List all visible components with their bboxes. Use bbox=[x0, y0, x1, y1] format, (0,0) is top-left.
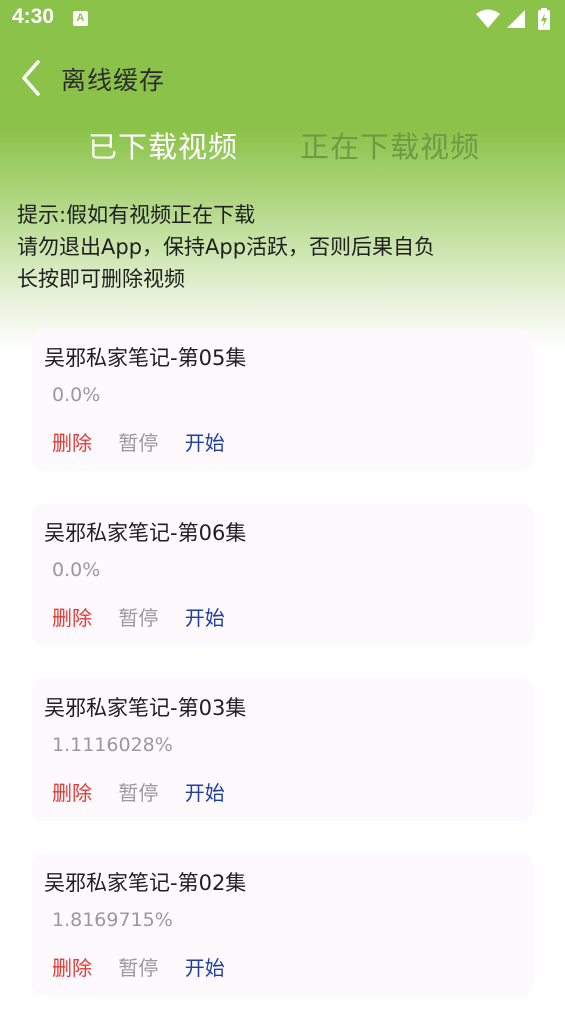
download-actions: 删除 暂停 开始 bbox=[52, 777, 245, 806]
download-list: 吴邪私家笔记-第05集 0.0% 删除 暂停 开始 吴邪私家笔记-第06集 0.… bbox=[32, 329, 533, 1029]
download-progress: 1.8169715% bbox=[52, 909, 173, 931]
tab-downloading[interactable]: 正在下载视频 bbox=[300, 124, 480, 166]
chevron-left-icon bbox=[22, 60, 40, 96]
download-actions: 删除 暂停 开始 bbox=[52, 427, 245, 456]
pause-button[interactable]: 暂停 bbox=[118, 777, 158, 806]
start-button[interactable]: 开始 bbox=[185, 777, 225, 806]
start-button[interactable]: 开始 bbox=[185, 602, 225, 631]
pause-button[interactable]: 暂停 bbox=[118, 602, 158, 631]
start-button[interactable]: 开始 bbox=[185, 952, 225, 981]
tip-line: 请勿退出App，保持App活跃，否则后果自负 bbox=[17, 235, 436, 259]
delete-button[interactable]: 删除 bbox=[52, 777, 92, 806]
download-title: 吴邪私家笔记-第03集 bbox=[44, 696, 247, 720]
download-progress: 1.1116028% bbox=[52, 734, 173, 756]
download-actions: 删除 暂停 开始 bbox=[52, 602, 245, 631]
tab-downloaded[interactable]: 已下载视频 bbox=[88, 124, 238, 166]
download-actions: 删除 暂停 开始 bbox=[52, 952, 245, 981]
wifi-icon bbox=[476, 9, 500, 28]
signal-icon bbox=[507, 10, 525, 28]
tip-line: 长按即可删除视频 bbox=[17, 267, 185, 291]
delete-button[interactable]: 删除 bbox=[52, 427, 92, 456]
tip-line: 提示:假如有视频正在下载 bbox=[17, 203, 256, 227]
page-title: 离线缓存 bbox=[61, 66, 166, 95]
delete-button[interactable]: 删除 bbox=[52, 952, 92, 981]
back-button[interactable] bbox=[14, 58, 48, 98]
pause-button[interactable]: 暂停 bbox=[118, 952, 158, 981]
battery-icon bbox=[538, 8, 550, 30]
nav-bar: 离线缓存 bbox=[0, 52, 565, 106]
tab-bar: 已下载视频 正在下载视频 bbox=[0, 124, 565, 176]
start-button[interactable]: 开始 bbox=[185, 427, 225, 456]
download-title: 吴邪私家笔记-第02集 bbox=[44, 871, 247, 895]
download-item[interactable]: 吴邪私家笔记-第06集 0.0% 删除 暂停 开始 bbox=[32, 504, 533, 646]
status-bar: 4:30 A bbox=[0, 0, 565, 38]
status-time: 4:30 bbox=[12, 5, 55, 28]
download-item[interactable]: 吴邪私家笔记-第02集 1.8169715% 删除 暂停 开始 bbox=[32, 854, 533, 996]
download-item[interactable]: 吴邪私家笔记-第05集 0.0% 删除 暂停 开始 bbox=[32, 329, 533, 471]
tips-text: 提示:假如有视频正在下载 请勿退出App，保持App活跃，否则后果自负 长按即可… bbox=[17, 199, 435, 295]
status-icons bbox=[475, 8, 555, 30]
download-item[interactable]: 吴邪私家笔记-第03集 1.1116028% 删除 暂停 开始 bbox=[32, 679, 533, 821]
delete-button[interactable]: 删除 bbox=[52, 602, 92, 631]
download-title: 吴邪私家笔记-第05集 bbox=[44, 346, 247, 370]
download-progress: 0.0% bbox=[52, 559, 101, 581]
download-title: 吴邪私家笔记-第06集 bbox=[44, 521, 247, 545]
notification-a-icon: A bbox=[73, 11, 88, 26]
pause-button[interactable]: 暂停 bbox=[118, 427, 158, 456]
download-progress: 0.0% bbox=[52, 384, 101, 406]
